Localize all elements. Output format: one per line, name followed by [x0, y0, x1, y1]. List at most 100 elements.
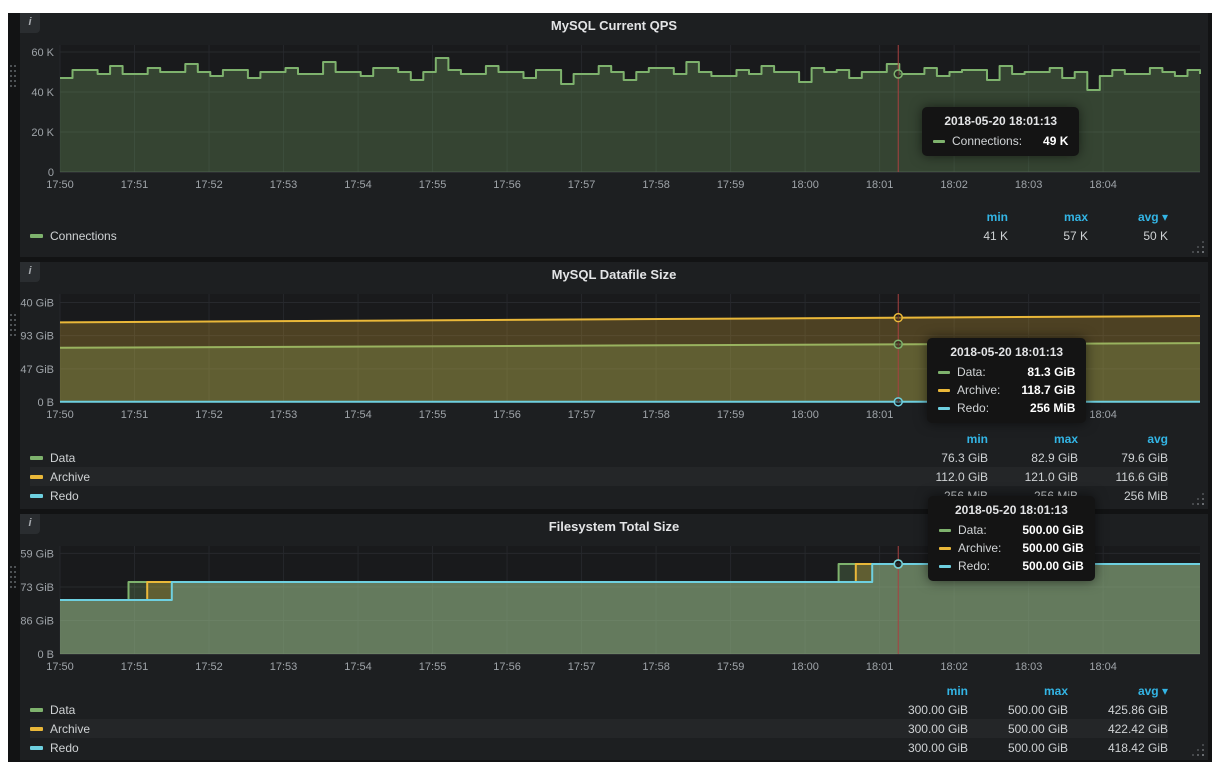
legend-stat-avg: 116.6 GiB: [1078, 470, 1168, 484]
panel-drag-handle[interactable]: [10, 65, 12, 67]
panel-title[interactable]: MySQL Datafile Size: [20, 262, 1208, 288]
x-tick-label: 18:01: [866, 409, 894, 421]
tooltip-row: Archive:500.00 GiB: [939, 541, 1084, 555]
tooltip-timestamp: 2018-05-20 18:01:13: [938, 345, 1075, 359]
x-tick-label: 17:56: [493, 179, 521, 191]
info-icon-glyph: i: [28, 265, 31, 277]
x-tick-label: 18:02: [940, 179, 968, 191]
hover-point-marker: [894, 314, 902, 322]
legend-sort-max[interactable]: max: [968, 684, 1068, 698]
series-color-dash-icon: [939, 565, 951, 568]
hover-point-marker: [894, 560, 902, 568]
y-tick-label: 40 K: [31, 87, 54, 99]
x-tick-label: 17:58: [642, 179, 670, 191]
legend-sort-max[interactable]: max: [988, 432, 1078, 446]
x-tick-label: 17:58: [642, 409, 670, 421]
legend-sort-min[interactable]: min: [898, 432, 988, 446]
hover-point-marker: [894, 398, 902, 406]
y-tick-label: 559 GiB: [20, 548, 54, 560]
legend-stat-max: 82.9 GiB: [988, 451, 1078, 465]
legend-sort-avg[interactable]: avg ▾: [1088, 210, 1168, 224]
tooltip-row: Connections:49 K: [933, 134, 1068, 148]
legend-stat-min: 300.00 GiB: [868, 722, 968, 736]
legend-row-redo: Redo300.00 GiB500.00 GiB418.42 GiB: [30, 738, 1168, 757]
legend-row-archive: Archive300.00 GiB500.00 GiB422.42 GiB: [30, 719, 1168, 738]
legend-series-toggle[interactable]: Archive: [30, 722, 868, 736]
legend-stat-min: 41 K: [928, 229, 1008, 243]
legend-stat-max: 500.00 GiB: [968, 741, 1068, 755]
panel-title[interactable]: MySQL Current QPS: [20, 13, 1208, 39]
y-tick-label: 60 K: [31, 47, 54, 59]
x-tick-label: 17:53: [270, 661, 298, 673]
legend-sort-avg[interactable]: avg ▾: [1068, 684, 1168, 698]
tooltip-series-value: 500.00 GiB: [1008, 541, 1083, 555]
x-tick-label: 18:01: [866, 661, 894, 673]
info-icon[interactable]: i: [20, 262, 40, 282]
x-tick-label: 18:03: [1015, 179, 1043, 191]
panel-resize-handle[interactable]: [1202, 251, 1204, 253]
panel-drag-handle[interactable]: [10, 314, 12, 316]
legend-sort-min[interactable]: min: [868, 684, 968, 698]
x-tick-label: 18:04: [1089, 179, 1117, 191]
hover-point-marker: [894, 70, 902, 78]
legend-row-data: Data76.3 GiB82.9 GiB79.6 GiB: [30, 448, 1168, 467]
x-tick-label: 17:55: [419, 661, 447, 673]
datafile-legend: minmaxavgData76.3 GiB82.9 GiB79.6 GiBArc…: [20, 430, 1208, 505]
series-color-dash-icon: [30, 234, 43, 238]
x-tick-label: 17:50: [46, 179, 74, 191]
x-tick-label: 17:54: [344, 179, 372, 191]
y-tick-label: 47 GiB: [20, 364, 54, 376]
x-tick-label: 18:02: [940, 661, 968, 673]
legend-stat-max: 500.00 GiB: [968, 722, 1068, 736]
tooltip-qps: 2018-05-20 18:01:13 Connections:49 K: [922, 107, 1079, 156]
x-tick-label: 17:54: [344, 409, 372, 421]
tooltip-row: Redo:256 MiB: [938, 401, 1075, 415]
tooltip-datafile: 2018-05-20 18:01:13 Data:81.3 GiBArchive…: [927, 338, 1086, 423]
legend-row-archive: Archive112.0 GiB121.0 GiB116.6 GiB: [30, 467, 1168, 486]
legend-sort-avg[interactable]: avg: [1078, 432, 1168, 446]
panel-resize-handle[interactable]: [1202, 754, 1204, 756]
legend-stat-avg: 422.42 GiB: [1068, 722, 1168, 736]
x-tick-label: 17:52: [195, 179, 223, 191]
x-tick-label: 17:58: [642, 661, 670, 673]
tooltip-timestamp: 2018-05-20 18:01:13: [939, 503, 1084, 517]
x-tick-label: 17:59: [717, 661, 745, 673]
panel-drag-handle[interactable]: [10, 566, 12, 568]
legend-sort-min[interactable]: min: [928, 210, 1008, 224]
info-icon[interactable]: i: [20, 13, 40, 33]
y-tick-label: 93 GiB: [20, 331, 54, 343]
hover-point-marker: [894, 340, 902, 348]
x-tick-label: 17:51: [121, 179, 149, 191]
legend-sort-max[interactable]: max: [1008, 210, 1088, 224]
legend-series-toggle[interactable]: Archive: [30, 470, 898, 484]
series-color-dash-icon: [30, 708, 43, 712]
x-tick-label: 17:51: [121, 661, 149, 673]
legend-header-row: minmaxavg ▾: [30, 208, 1168, 226]
y-tick-label: 20 K: [31, 127, 54, 139]
x-tick-label: 17:50: [46, 661, 74, 673]
x-tick-label: 18:00: [791, 409, 819, 421]
x-tick-label: 18:03: [1015, 661, 1043, 673]
y-tick-label: 186 GiB: [20, 615, 54, 627]
legend-series-toggle[interactable]: Redo: [30, 489, 898, 503]
y-tick-label: 373 GiB: [20, 582, 54, 594]
panel-resize-handle[interactable]: [1202, 503, 1204, 505]
tooltip-series-label: Redo:: [958, 559, 990, 573]
legend-series-toggle[interactable]: Data: [30, 451, 898, 465]
legend-stat-min: 300.00 GiB: [868, 703, 968, 717]
legend-stat-min: 300.00 GiB: [868, 741, 968, 755]
qps-legend: minmaxavg ▾Connections41 K57 K50 K: [20, 208, 1208, 245]
info-icon-glyph: i: [28, 16, 31, 28]
y-tick-label: 0 B: [37, 397, 54, 409]
series-color-dash-icon: [938, 389, 950, 392]
tooltip-series-label: Data:: [958, 523, 987, 537]
legend-stat-max: 57 K: [1008, 229, 1088, 243]
info-icon[interactable]: i: [20, 514, 40, 534]
series-color-dash-icon: [30, 727, 43, 731]
series-color-dash-icon: [939, 529, 951, 532]
x-tick-label: 17:56: [493, 661, 521, 673]
legend-series-toggle[interactable]: Redo: [30, 741, 868, 755]
legend-series-toggle[interactable]: Connections: [30, 229, 928, 243]
legend-series-toggle[interactable]: Data: [30, 703, 868, 717]
tooltip-series-value: 118.7 GiB: [1007, 383, 1075, 397]
